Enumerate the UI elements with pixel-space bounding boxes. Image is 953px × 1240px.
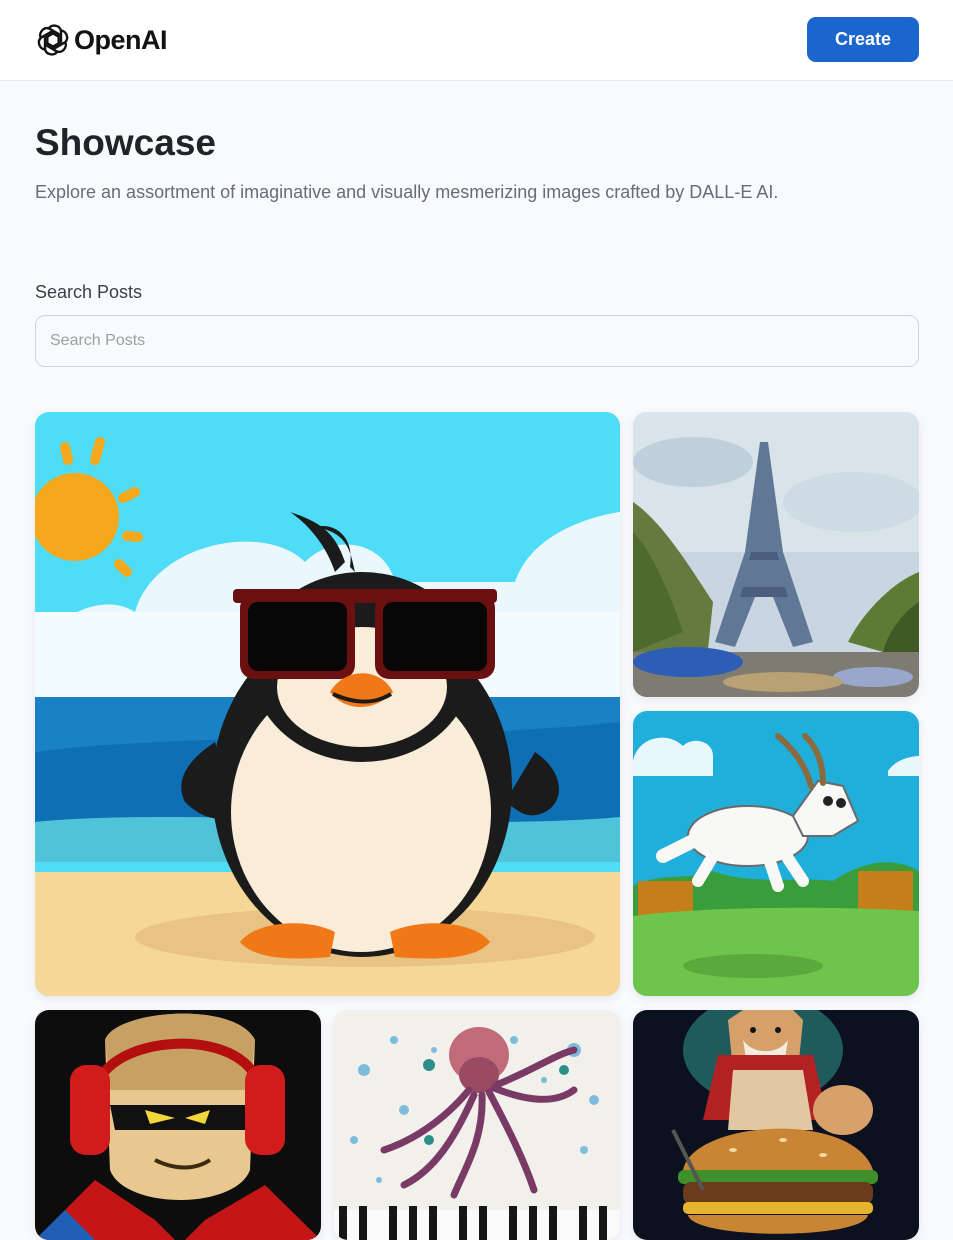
create-button[interactable]: Create — [807, 17, 919, 62]
gallery-card-goat[interactable] — [633, 711, 919, 996]
logo-text: OpenAI — [74, 24, 168, 55]
page-title: Showcase — [35, 122, 216, 163]
gallery-card-penguin[interactable] — [35, 412, 620, 996]
search-label: Search Posts — [35, 282, 143, 302]
goat-image — [633, 711, 919, 996]
masked-character-image — [35, 1010, 321, 1240]
shiba-burger-image — [633, 1010, 919, 1240]
gallery-card-eiffel[interactable] — [633, 412, 919, 697]
eiffel-tower-image — [633, 412, 919, 697]
penguin-image — [35, 412, 620, 996]
openai-knot-icon — [37, 24, 69, 56]
gallery-card-shiba-burger[interactable] — [633, 1010, 919, 1240]
search-input[interactable] — [35, 315, 919, 367]
gallery-card-octopus[interactable] — [334, 1010, 620, 1240]
octopus-piano-image — [334, 1010, 620, 1240]
top-navbar: OpenAI Create — [0, 0, 953, 81]
page-subtitle: Explore an assortment of imaginative and… — [35, 182, 779, 202]
openai-logo[interactable]: OpenAI — [35, 22, 168, 58]
gallery-card-masked-character[interactable] — [35, 1010, 321, 1240]
